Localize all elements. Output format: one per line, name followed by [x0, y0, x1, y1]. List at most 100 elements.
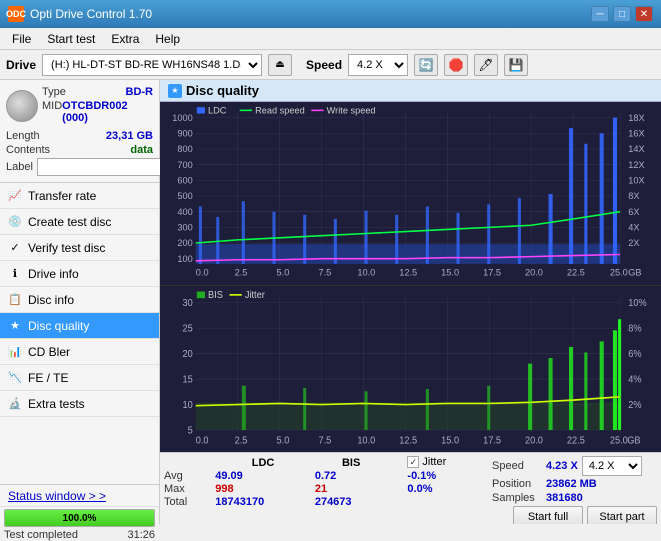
create-test-disc-icon: 💿: [8, 215, 22, 229]
speed-value: 4.23 X: [546, 460, 578, 472]
settings-button[interactable]: 🖊: [474, 54, 498, 76]
svg-text:20.0: 20.0: [525, 267, 543, 277]
svg-text:12.5: 12.5: [399, 267, 417, 277]
disc-quality-label: Disc quality: [28, 319, 89, 333]
sidebar-item-create-test-disc[interactable]: 💿 Create test disc: [0, 209, 159, 235]
sidebar-item-disc-info[interactable]: 📋 Disc info: [0, 287, 159, 313]
max-ldc: 998: [215, 483, 315, 496]
status-bar: Status window > > 100.0% Test completed …: [0, 484, 159, 524]
minimize-button[interactable]: ─: [591, 6, 609, 22]
navigation: 📈 Transfer rate 💿 Create test disc ✓ Ver…: [0, 183, 159, 484]
total-bis: 274673: [315, 496, 392, 509]
refresh-button[interactable]: 🔄: [414, 54, 438, 76]
svg-text:0.0: 0.0: [196, 435, 209, 446]
sidebar: Type BD-R MID OTCBDR002 (000) Length 23,…: [0, 80, 160, 524]
sidebar-item-drive-info[interactable]: ℹ Drive info: [0, 261, 159, 287]
svg-text:400: 400: [177, 207, 192, 217]
maximize-button[interactable]: □: [613, 6, 631, 22]
close-button[interactable]: ✕: [635, 6, 653, 22]
menu-file[interactable]: File: [4, 30, 39, 48]
status-time: 31:26: [127, 529, 155, 541]
window-controls: ─ □ ✕: [591, 6, 653, 22]
eject-button[interactable]: ⏏: [268, 54, 292, 76]
svg-text:5.0: 5.0: [277, 267, 290, 277]
speed-dropdown[interactable]: 4.2 X: [582, 456, 642, 476]
progress-percent: 100.0%: [4, 509, 155, 527]
progress-bar-wrap: 100.0%: [4, 509, 155, 527]
create-test-disc-label: Create test disc: [28, 215, 111, 229]
svg-text:10%: 10%: [628, 297, 647, 308]
svg-text:18X: 18X: [628, 113, 644, 123]
top-chart-svg: 1000 900 800 700 600 500 400 300 200 100…: [160, 102, 661, 285]
disc-quality-icon: ★: [8, 319, 22, 333]
svg-text:2X: 2X: [628, 238, 639, 248]
sidebar-item-fe-te[interactable]: 📉 FE / TE: [0, 365, 159, 391]
svg-text:1000: 1000: [172, 113, 192, 123]
svg-text:7.5: 7.5: [318, 267, 331, 277]
position-row: Position 23862 MB: [492, 478, 657, 490]
cd-bler-label: CD Bler: [28, 345, 70, 359]
svg-text:900: 900: [177, 128, 192, 138]
position-value: 23862 MB: [546, 478, 597, 490]
disc-label-input[interactable]: [37, 158, 175, 176]
menu-bar: File Start test Extra Help: [0, 28, 661, 50]
svg-text:5.0: 5.0: [277, 435, 290, 446]
options-button[interactable]: 🛑: [444, 54, 468, 76]
total-label: Total: [164, 496, 215, 509]
max-jitter: 0.0%: [407, 483, 488, 496]
speed-label-footer: Speed: [492, 460, 542, 472]
disc-info-icon: 📋: [8, 293, 22, 307]
svg-text:100: 100: [177, 254, 192, 264]
bottom-chart-svg: 30 25 20 15 10 5 10% 8% 6% 4% 2% 0.0 2.5…: [160, 286, 661, 452]
mid-label: MID: [42, 100, 62, 124]
svg-text:700: 700: [177, 160, 192, 170]
svg-text:4X: 4X: [628, 222, 639, 232]
drive-info-label: Drive info: [28, 267, 79, 281]
stats-footer: LDC BIS ✓ Jitter Avg: [160, 452, 661, 524]
status-window-link[interactable]: Status window > >: [0, 485, 159, 507]
svg-text:30: 30: [182, 297, 192, 308]
extra-tests-label: Extra tests: [28, 397, 85, 411]
app-title: Opti Drive Control 1.70: [30, 7, 591, 21]
menu-start-test[interactable]: Start test: [39, 30, 103, 48]
sidebar-item-transfer-rate[interactable]: 📈 Transfer rate: [0, 183, 159, 209]
position-label: Position: [492, 478, 542, 490]
main-area: Type BD-R MID OTCBDR002 (000) Length 23,…: [0, 80, 661, 524]
svg-text:0.0: 0.0: [196, 267, 209, 277]
disc-label-label: Label: [6, 161, 33, 173]
svg-text:7.5: 7.5: [318, 435, 331, 446]
speed-select[interactable]: 4.2 X: [348, 54, 408, 76]
svg-text:14X: 14X: [628, 144, 644, 154]
svg-text:22.5: 22.5: [567, 267, 585, 277]
sidebar-item-verify-test-disc[interactable]: ✓ Verify test disc: [0, 235, 159, 261]
svg-text:200: 200: [177, 238, 192, 248]
sidebar-item-extra-tests[interactable]: 🔬 Extra tests: [0, 391, 159, 417]
app-icon: ODC: [8, 6, 24, 22]
svg-text:15.0: 15.0: [441, 267, 459, 277]
svg-text:600: 600: [177, 175, 192, 185]
extra-tests-icon: 🔬: [8, 397, 22, 411]
start-part-button[interactable]: Start part: [587, 506, 657, 524]
disc-panel: Type BD-R MID OTCBDR002 (000) Length 23,…: [0, 80, 159, 183]
footer-right: Speed 4.23 X 4.2 X Position 23862 MB Sam…: [492, 456, 657, 522]
avg-ldc: 49.09: [215, 470, 315, 483]
drive-bar: Drive (H:) HL-DT-ST BD-RE WH16NS48 1.D3 …: [0, 50, 661, 80]
type-value: BD-R: [126, 86, 154, 98]
svg-text:2.5: 2.5: [235, 267, 248, 277]
sidebar-item-disc-quality[interactable]: ★ Disc quality: [0, 313, 159, 339]
sidebar-item-cd-bler[interactable]: 📊 CD Bler: [0, 339, 159, 365]
contents-value: data: [130, 144, 153, 156]
svg-text:800: 800: [177, 144, 192, 154]
jitter-checkbox[interactable]: ✓: [407, 456, 419, 468]
save-button[interactable]: 💾: [504, 54, 528, 76]
svg-text:BIS: BIS: [208, 290, 223, 301]
start-full-button[interactable]: Start full: [513, 506, 583, 524]
svg-text:Read speed: Read speed: [255, 105, 305, 115]
svg-text:25: 25: [182, 323, 192, 334]
drive-select[interactable]: (H:) HL-DT-ST BD-RE WH16NS48 1.D3: [42, 54, 262, 76]
svg-text:12.5: 12.5: [399, 435, 417, 446]
disc-icon: [6, 90, 38, 122]
samples-label: Samples: [492, 492, 542, 504]
menu-help[interactable]: Help: [147, 30, 188, 48]
menu-extra[interactable]: Extra: [103, 30, 147, 48]
